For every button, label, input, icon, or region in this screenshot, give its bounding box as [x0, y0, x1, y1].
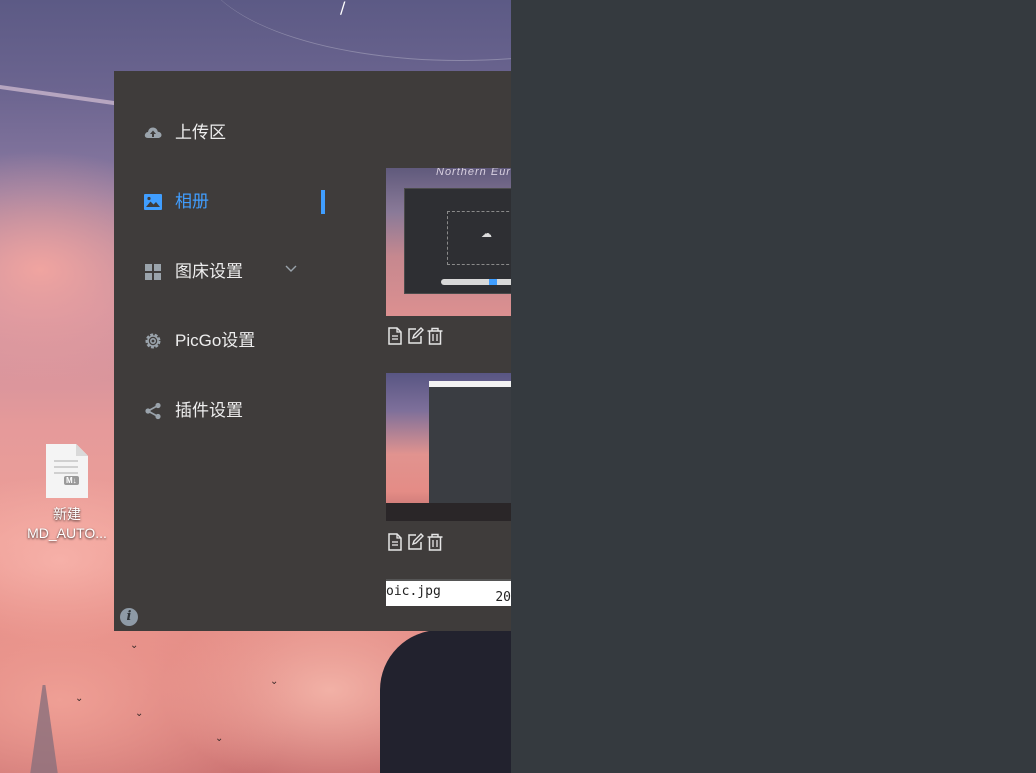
gallery-item-actions — [386, 326, 444, 346]
picgo-window: 上传区 相册 图床设置 PicGo设置 插件设置 i Northern Euro… — [114, 71, 511, 631]
thumbnail-window — [429, 381, 511, 521]
file-label: 新建 MD_AUTO... — [18, 505, 116, 543]
picture-icon — [144, 194, 162, 210]
wallpaper-streak — [0, 82, 120, 106]
copy-icon[interactable] — [386, 532, 404, 552]
top-glyph: / — [340, 0, 346, 17]
md-badge: M↓ — [64, 476, 79, 485]
edit-icon[interactable] — [406, 326, 424, 346]
thumbnail-dialog: ☁ — [404, 188, 511, 294]
bird-decoration: ⌄ — [75, 693, 84, 704]
bird-decoration: ⌄ — [215, 733, 224, 744]
sidebar-item-picgo-settings[interactable]: PicGo设置 — [114, 321, 324, 361]
gallery-item-actions — [386, 532, 444, 552]
gallery-thumbnail[interactable] — [386, 373, 511, 521]
thumbnail-year: 20 — [495, 590, 511, 605]
sidebar-item-label: 上传区 — [175, 123, 226, 142]
sidebar-item-upload[interactable]: 上传区 — [114, 113, 324, 153]
copy-icon[interactable] — [386, 326, 404, 346]
sidebar-item-plugin-settings[interactable]: 插件设置 — [114, 391, 324, 431]
sidebar-item-label: PicGo设置 — [175, 331, 256, 350]
thumbnail-filename: oic.jpg — [386, 584, 441, 599]
edit-icon[interactable] — [406, 532, 424, 552]
gallery-thumbnail[interactable]: oic.jpg 20 — [386, 579, 511, 606]
sidebar-item-label: 图床设置 — [175, 262, 243, 281]
file-label-line2: MD_AUTO... — [27, 525, 107, 541]
thumbnail-heading: Northern Euro — [436, 168, 511, 178]
figure-silhouette — [380, 630, 511, 773]
cloud-upload-icon — [144, 127, 162, 138]
sidebar-item-label: 相册 — [175, 192, 209, 211]
chevron-down-icon[interactable] — [284, 264, 298, 274]
wallpaper-arc — [200, 0, 511, 61]
bird-decoration: ⌄ — [270, 676, 279, 687]
bird-decoration: ⌄ — [130, 640, 139, 651]
sidebar-item-gallery[interactable]: 相册 — [114, 182, 324, 222]
info-icon[interactable]: i — [120, 608, 138, 626]
tower-silhouette — [30, 685, 58, 773]
share-icon — [145, 402, 161, 420]
bird-decoration: ⌄ — [135, 708, 144, 719]
delete-icon[interactable] — [426, 532, 444, 552]
gear-icon — [145, 333, 161, 349]
active-indicator — [321, 190, 325, 214]
desktop-file-shortcut[interactable]: M↓ 新建 MD_AUTO... — [18, 444, 116, 543]
markdown-file-icon: M↓ — [46, 444, 88, 498]
delete-icon[interactable] — [426, 326, 444, 346]
file-label-line1: 新建 — [53, 506, 81, 522]
sidebar-item-label: 插件设置 — [175, 401, 243, 420]
thumbnail-ground — [386, 503, 511, 521]
gallery-thumbnail[interactable]: Northern Euro ☁ — [386, 168, 511, 316]
grid-icon — [145, 264, 161, 280]
